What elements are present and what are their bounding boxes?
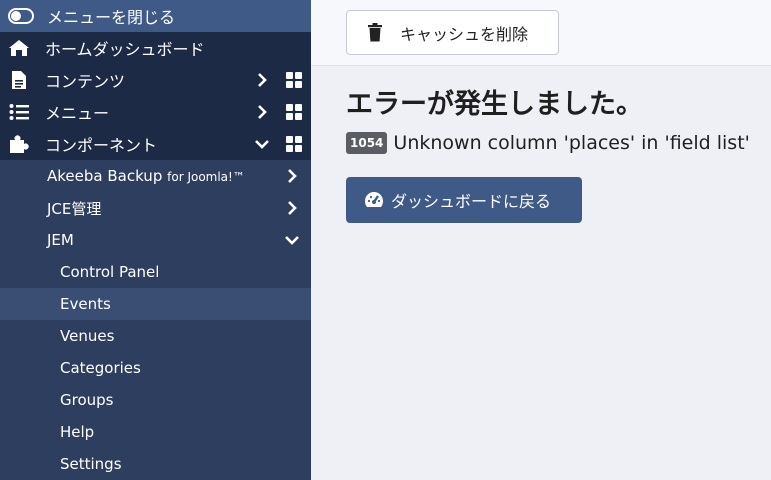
list-icon — [8, 101, 30, 123]
sidebar-item-label: JEM — [47, 231, 74, 249]
sidebar-item-label: Groups — [60, 391, 114, 409]
sidebar-item-jem[interactable]: JEM — [0, 224, 311, 256]
sidebar: メニューを閉じる ホームダッシュボード コンテンツ メニュー コンポーネント A — [0, 0, 311, 480]
sidebar-item-groups[interactable]: Groups — [0, 384, 311, 416]
toolbar: キャッシュを削除 — [311, 0, 771, 66]
chevron-right-icon[interactable] — [254, 72, 270, 88]
sidebar-item-label: Control Panel — [60, 263, 160, 281]
chevron-down-icon[interactable] — [254, 136, 270, 152]
home-icon — [8, 37, 30, 59]
jem-submenu: Control Panel Events Venues Categories G… — [0, 256, 311, 480]
sidebar-item-content[interactable]: コンテンツ — [0, 64, 311, 96]
menu-toggle-label: メニューを閉じる — [47, 8, 176, 27]
components-submenu: Akeeba Backup for Joomla!™ JCE管理 JEM Con… — [0, 160, 311, 480]
sidebar-item-akeeba-backup[interactable]: Akeeba Backup for Joomla!™ — [0, 160, 311, 192]
menu-toggle[interactable]: メニューを閉じる — [0, 0, 311, 32]
error-message: Unknown column 'places' in 'field list' — [393, 132, 750, 154]
sidebar-item-settings[interactable]: Settings — [0, 448, 311, 480]
error-title: エラーが発生しました。 — [346, 89, 643, 120]
sidebar-item-label: Events — [60, 295, 111, 313]
sidebar-item-label: コンテンツ — [45, 72, 126, 91]
sidebar-item-label: Venues — [60, 327, 115, 345]
sidebar-item-label: Settings — [60, 455, 122, 473]
chevron-right-icon[interactable] — [284, 200, 300, 216]
sidebar-item-events[interactable]: Events — [0, 288, 311, 320]
chevron-right-icon[interactable] — [284, 168, 300, 184]
back-to-dashboard-label: ダッシュボードに戻る — [391, 192, 552, 211]
sidebar-item-help[interactable]: Help — [0, 416, 311, 448]
clear-cache-button[interactable]: キャッシュを削除 — [346, 10, 559, 55]
sidebar-item-jce[interactable]: JCE管理 — [0, 192, 311, 224]
sidebar-item-home-dashboard[interactable]: ホームダッシュボード — [0, 32, 311, 64]
sidebar-item-venues[interactable]: Venues — [0, 320, 311, 352]
sidebar-item-label: ホームダッシュボード — [45, 40, 205, 59]
speedometer-icon — [364, 191, 384, 209]
akeeba-label-group: Akeeba Backup for Joomla!™ — [47, 167, 245, 185]
dashboard-grid-icon[interactable] — [286, 72, 302, 88]
dashboard-grid-icon[interactable] — [286, 136, 302, 152]
puzzle-icon — [8, 133, 30, 155]
chevron-down-icon[interactable] — [284, 232, 300, 248]
file-icon — [8, 69, 30, 91]
error-code-badge: 1054 — [346, 132, 388, 154]
toggle-icon — [8, 7, 34, 25]
sidebar-item-label-suffix: for Joomla!™ — [167, 170, 245, 184]
sidebar-item-menu[interactable]: メニュー — [0, 96, 311, 128]
sidebar-item-label: メニュー — [45, 104, 110, 123]
error-message-line: 1054 Unknown column 'places' in 'field l… — [346, 132, 750, 154]
sidebar-item-components[interactable]: コンポーネント — [0, 128, 311, 160]
clear-cache-label: キャッシュを削除 — [400, 24, 529, 44]
dashboard-grid-icon[interactable] — [286, 104, 302, 120]
sidebar-item-label: Akeeba Backup — [47, 167, 163, 185]
chevron-right-icon[interactable] — [254, 104, 270, 120]
sidebar-item-control-panel[interactable]: Control Panel — [0, 256, 311, 288]
back-to-dashboard-button[interactable]: ダッシュボードに戻る — [346, 177, 582, 223]
sidebar-item-label: Categories — [60, 359, 141, 377]
sidebar-item-label: Help — [60, 423, 95, 441]
trash-icon — [367, 23, 383, 42]
sidebar-item-categories[interactable]: Categories — [0, 352, 311, 384]
sidebar-item-label: コンポーネント — [45, 136, 158, 155]
sidebar-item-label: JCE管理 — [47, 199, 102, 218]
